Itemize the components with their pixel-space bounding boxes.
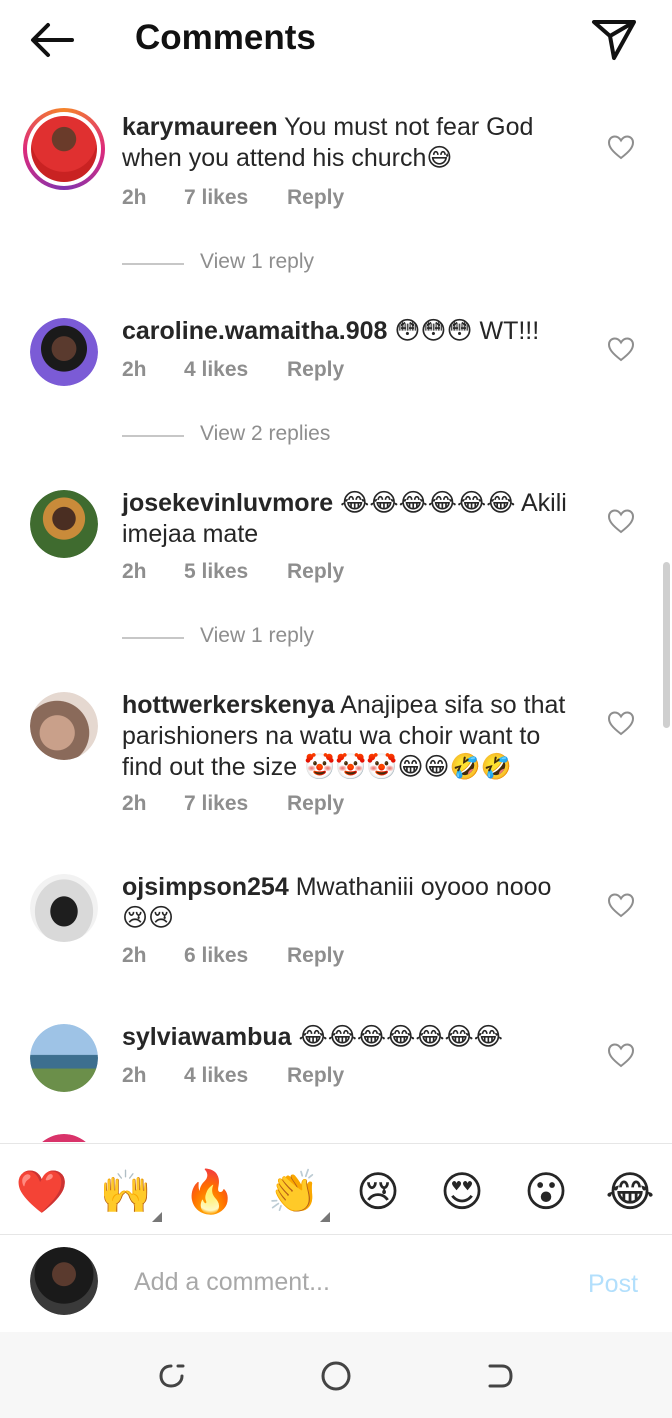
home-icon[interactable]	[316, 1356, 356, 1396]
scrollbar[interactable]	[663, 562, 670, 728]
view-replies-label: View 1 reply	[200, 250, 315, 273]
quick-reactions-bar: ❤️ 🙌 🔥 👏 😢 😍 😮 😂	[0, 1143, 672, 1235]
heart-icon[interactable]	[606, 708, 636, 738]
system-nav-bar	[0, 1332, 672, 1418]
comment-text: hottwerkerskenya Anajipea sifa so that p…	[122, 690, 582, 783]
comment-time: 2h	[122, 1064, 147, 1087]
tears-of-joy-reaction-button[interactable]: 😂	[602, 1164, 658, 1220]
avatar[interactable]	[30, 1024, 98, 1092]
reply-button[interactable]: Reply	[287, 358, 344, 382]
send-icon[interactable]	[586, 12, 642, 64]
comment-composer: Post	[0, 1236, 672, 1332]
avatar[interactable]	[30, 490, 98, 558]
comment-body: 😳😳😳 WT!!!	[394, 317, 540, 345]
reply-button[interactable]: Reply	[287, 1064, 344, 1088]
divider	[122, 435, 184, 437]
comment-likes[interactable]: 6 likes	[184, 944, 248, 968]
skin-tone-indicator-icon	[320, 1212, 330, 1222]
crying-face-reaction-button[interactable]: 😢	[350, 1164, 406, 1220]
view-replies-label: View 2 replies	[200, 422, 331, 445]
comment-likes[interactable]: 7 likes	[184, 186, 248, 210]
skin-tone-indicator-icon	[152, 1212, 162, 1222]
heart-icon[interactable]	[606, 334, 636, 364]
comment-text: sylviawambua 😂😂😂😂😂😂😂	[122, 1022, 582, 1053]
fire-reaction-button[interactable]: 🔥	[182, 1164, 238, 1220]
comment-username[interactable]: caroline.wamaitha.908	[122, 317, 387, 345]
comment-text: josekevinluvmore 😂😂😂😂😂😂 Akili imejaa mat…	[122, 488, 582, 550]
comment-time: 2h	[122, 792, 147, 815]
comment-username[interactable]: josekevinluvmore	[122, 489, 333, 517]
comment-likes[interactable]: 5 likes	[184, 560, 248, 584]
avatar[interactable]	[30, 1134, 98, 1142]
heart-icon[interactable]	[606, 890, 636, 920]
comment-likes[interactable]: 4 likes	[184, 358, 248, 382]
comment-time: 2h	[122, 944, 147, 967]
comment-text: karymaureen You must not fear God when y…	[122, 112, 582, 174]
comment-time: 2h	[122, 186, 147, 209]
avatar[interactable]	[30, 692, 98, 760]
avatar[interactable]	[30, 874, 98, 942]
view-replies-label: View 1 reply	[200, 624, 315, 647]
comment-body: 😂😂😂😂😂😂😂	[298, 1023, 503, 1051]
clapping-hands-reaction-button[interactable]: 👏	[266, 1164, 330, 1222]
avatar[interactable]	[30, 318, 98, 386]
comment-username[interactable]: sylviawambua	[122, 1023, 292, 1051]
comment-likes[interactable]: 7 likes	[184, 792, 248, 816]
avatar[interactable]	[23, 108, 105, 190]
comment-likes[interactable]: 4 likes	[184, 1064, 248, 1088]
divider	[122, 263, 184, 265]
heart-reaction-button[interactable]: ❤️	[14, 1164, 70, 1220]
surprised-face-reaction-button[interactable]: 😮	[518, 1164, 574, 1220]
post-button[interactable]: Post	[588, 1270, 638, 1299]
raising-hands-icon: 🙌	[99, 1168, 153, 1215]
comment-username[interactable]: hottwerkerskenya	[122, 691, 335, 719]
comment-time: 2h	[122, 358, 147, 381]
heart-icon[interactable]	[606, 132, 636, 162]
recent-apps-icon[interactable]	[152, 1356, 192, 1396]
header-bar: Comments	[0, 0, 672, 80]
arrow-left-icon[interactable]	[24, 16, 80, 64]
reply-button[interactable]: Reply	[287, 792, 344, 816]
page-title: Comments	[135, 18, 316, 57]
comment-username[interactable]: karymaureen	[122, 113, 278, 141]
comment-text: ojsimpson254 Mwathaniii oyooo nooo 😢😢	[122, 872, 582, 934]
heart-icon[interactable]	[606, 1040, 636, 1070]
reply-button[interactable]: Reply	[287, 560, 344, 584]
clapping-hands-icon: 👏	[267, 1168, 321, 1215]
comments-list[interactable]: karymaureen You must not fear God when y…	[0, 96, 672, 1142]
back-nav-icon[interactable]	[480, 1356, 520, 1396]
comment-input[interactable]	[122, 1262, 542, 1302]
raising-hands-reaction-button[interactable]: 🙌	[98, 1164, 162, 1222]
heart-eyes-reaction-button[interactable]: 😍	[434, 1164, 490, 1220]
heart-icon[interactable]	[606, 506, 636, 536]
reply-button[interactable]: Reply	[287, 944, 344, 968]
my-avatar	[30, 1247, 98, 1315]
comment-time: 2h	[122, 560, 147, 583]
reply-button[interactable]: Reply	[287, 186, 344, 210]
comment-text: caroline.wamaitha.908 😳😳😳 WT!!!	[122, 316, 582, 347]
comment-username[interactable]: ojsimpson254	[122, 873, 289, 901]
divider	[122, 637, 184, 639]
